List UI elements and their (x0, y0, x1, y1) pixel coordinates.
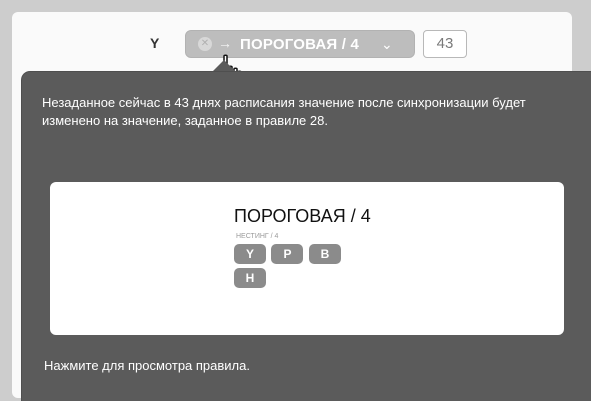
class-chip: H (234, 268, 266, 288)
arrow-icon: → (218, 35, 232, 51)
class-chip-list: Y P B H (234, 244, 374, 292)
chevron-down-icon[interactable]: ⌄ (381, 36, 393, 53)
rule-preview-subtitle: НЕСТИНГ / 4 (236, 233, 279, 240)
days-count-badge[interactable]: 43 (423, 30, 467, 58)
toolbar-row: Y ✕ → ПОРОГОВАЯ / 4 ⌄ 43 (0, 28, 591, 60)
tooltip-footer-hint: Нажмите для просмотра правила. (44, 358, 250, 373)
class-chip: Y (234, 244, 266, 264)
rule-selector-label: ПОРОГОВАЯ / 4 (240, 36, 360, 53)
tooltip-arrow (212, 60, 236, 72)
tooltip[interactable]: Незаданное сейчас в 43 днях расписания з… (22, 72, 591, 401)
rule-preview-title: ПОРОГОВАЯ / 4 (234, 206, 371, 226)
tooltip-description: Незаданное сейчас в 43 днях расписания з… (42, 95, 526, 128)
rule-preview-card[interactable]: ПОРОГОВАЯ / 4 НЕСТИНГ / 4 Y P B H (50, 182, 564, 335)
class-label: Y (150, 35, 160, 51)
class-chip: B (308, 244, 341, 264)
clear-icon[interactable]: ✕ (198, 37, 212, 51)
class-chip: P (271, 244, 304, 264)
